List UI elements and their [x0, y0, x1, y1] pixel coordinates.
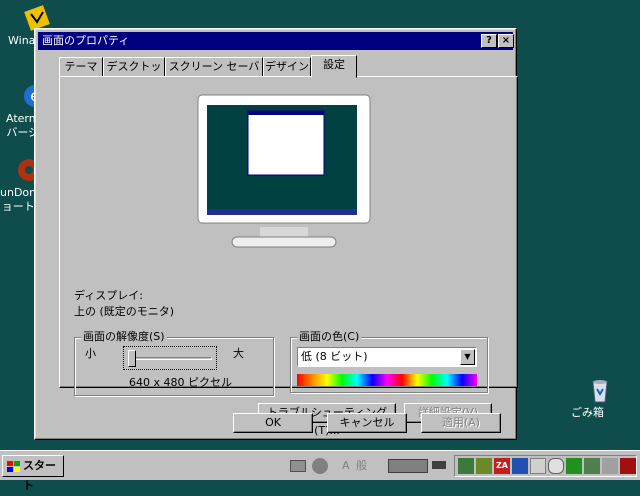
window-title: 画面のプロパティ	[42, 34, 130, 47]
tab-desktop[interactable]: デスクトップ	[103, 57, 165, 91]
resolution-value: 640 x 480 ピクセル	[129, 376, 232, 389]
color-group-label: 画面の色(C)	[297, 330, 362, 344]
start-button[interactable]: スタート	[2, 455, 64, 492]
system-tray: ZA	[454, 455, 637, 477]
color-depth-select[interactable]: 低 (8 ビット) ▼	[297, 347, 477, 367]
color-spectrum-bar	[297, 374, 477, 386]
power-plug-icon[interactable]	[432, 461, 446, 469]
start-label: スタート	[23, 459, 56, 492]
close-button[interactable]: ×	[498, 34, 514, 48]
color-depth-value: 低 (8 ビット)	[301, 350, 368, 363]
display-value: 上の (既定のモニタ)	[74, 305, 175, 318]
display-label: ディスプレイ:	[74, 289, 143, 302]
keyboard-icon[interactable]	[290, 460, 306, 472]
resolution-group-label: 画面の解像度(S)	[81, 330, 167, 344]
windows-logo-icon	[7, 460, 20, 472]
security-icon[interactable]	[476, 458, 492, 474]
recycle-bin-icon	[586, 376, 614, 404]
display-properties-window: 画面のプロパティ ? × テーマ デスクトップ スクリーン セーバー デザイン …	[34, 28, 518, 440]
tab-themes[interactable]: テーマ	[59, 57, 103, 77]
title-bar[interactable]: 画面のプロパティ ? ×	[38, 32, 514, 50]
ime-icon[interactable]	[312, 458, 328, 474]
resolution-group: 画面の解像度(S) 小 大 640 x 480 ピクセル	[74, 330, 274, 396]
help-button[interactable]: ?	[481, 34, 497, 48]
resolution-large-label: 大	[233, 347, 244, 360]
desktop-icon-recycle-bin[interactable]: ごみ箱	[571, 376, 629, 419]
apply-button[interactable]: 適用(A)	[421, 413, 501, 433]
resolution-small-label: 小	[85, 347, 96, 360]
desktop-icon-label: ごみ箱	[571, 406, 604, 419]
chevron-down-icon[interactable]: ▼	[460, 349, 475, 365]
settings-panel: ディスプレイ: 上の (既定のモニタ) 画面の解像度(S) 小 大 640 x …	[59, 76, 518, 437]
messenger-icon[interactable]	[512, 458, 528, 474]
cancel-button[interactable]: キャンセル	[327, 413, 407, 433]
color-group: 画面の色(C) 低 (8 ビット) ▼	[290, 330, 488, 393]
tab-screensaver[interactable]: スクリーン セーバー	[165, 57, 263, 91]
update-icon[interactable]	[566, 458, 582, 474]
ime-input-mode[interactable]: 般	[356, 459, 367, 473]
tab-appearance[interactable]: デザイン	[263, 57, 311, 77]
slider-track	[128, 357, 212, 360]
slider-thumb[interactable]	[128, 350, 136, 367]
ime-input-mode-a[interactable]: A	[342, 459, 350, 473]
tab-settings[interactable]: 設定	[311, 55, 357, 78]
ok-button[interactable]: OK	[233, 413, 313, 433]
display-tray-icon[interactable]	[584, 458, 600, 474]
tray-app-icon[interactable]	[530, 458, 546, 474]
zonealarm-icon[interactable]: ZA	[494, 458, 510, 474]
taskbar: スタート A 般 ZA	[0, 450, 640, 492]
resolution-slider[interactable]	[123, 346, 217, 370]
mouse-icon[interactable]	[548, 458, 564, 474]
battery-icon[interactable]	[388, 459, 428, 473]
volume-icon[interactable]	[602, 458, 618, 474]
monitor-preview	[196, 93, 372, 253]
network-icon[interactable]	[458, 458, 474, 474]
antivirus-icon[interactable]	[620, 458, 636, 474]
